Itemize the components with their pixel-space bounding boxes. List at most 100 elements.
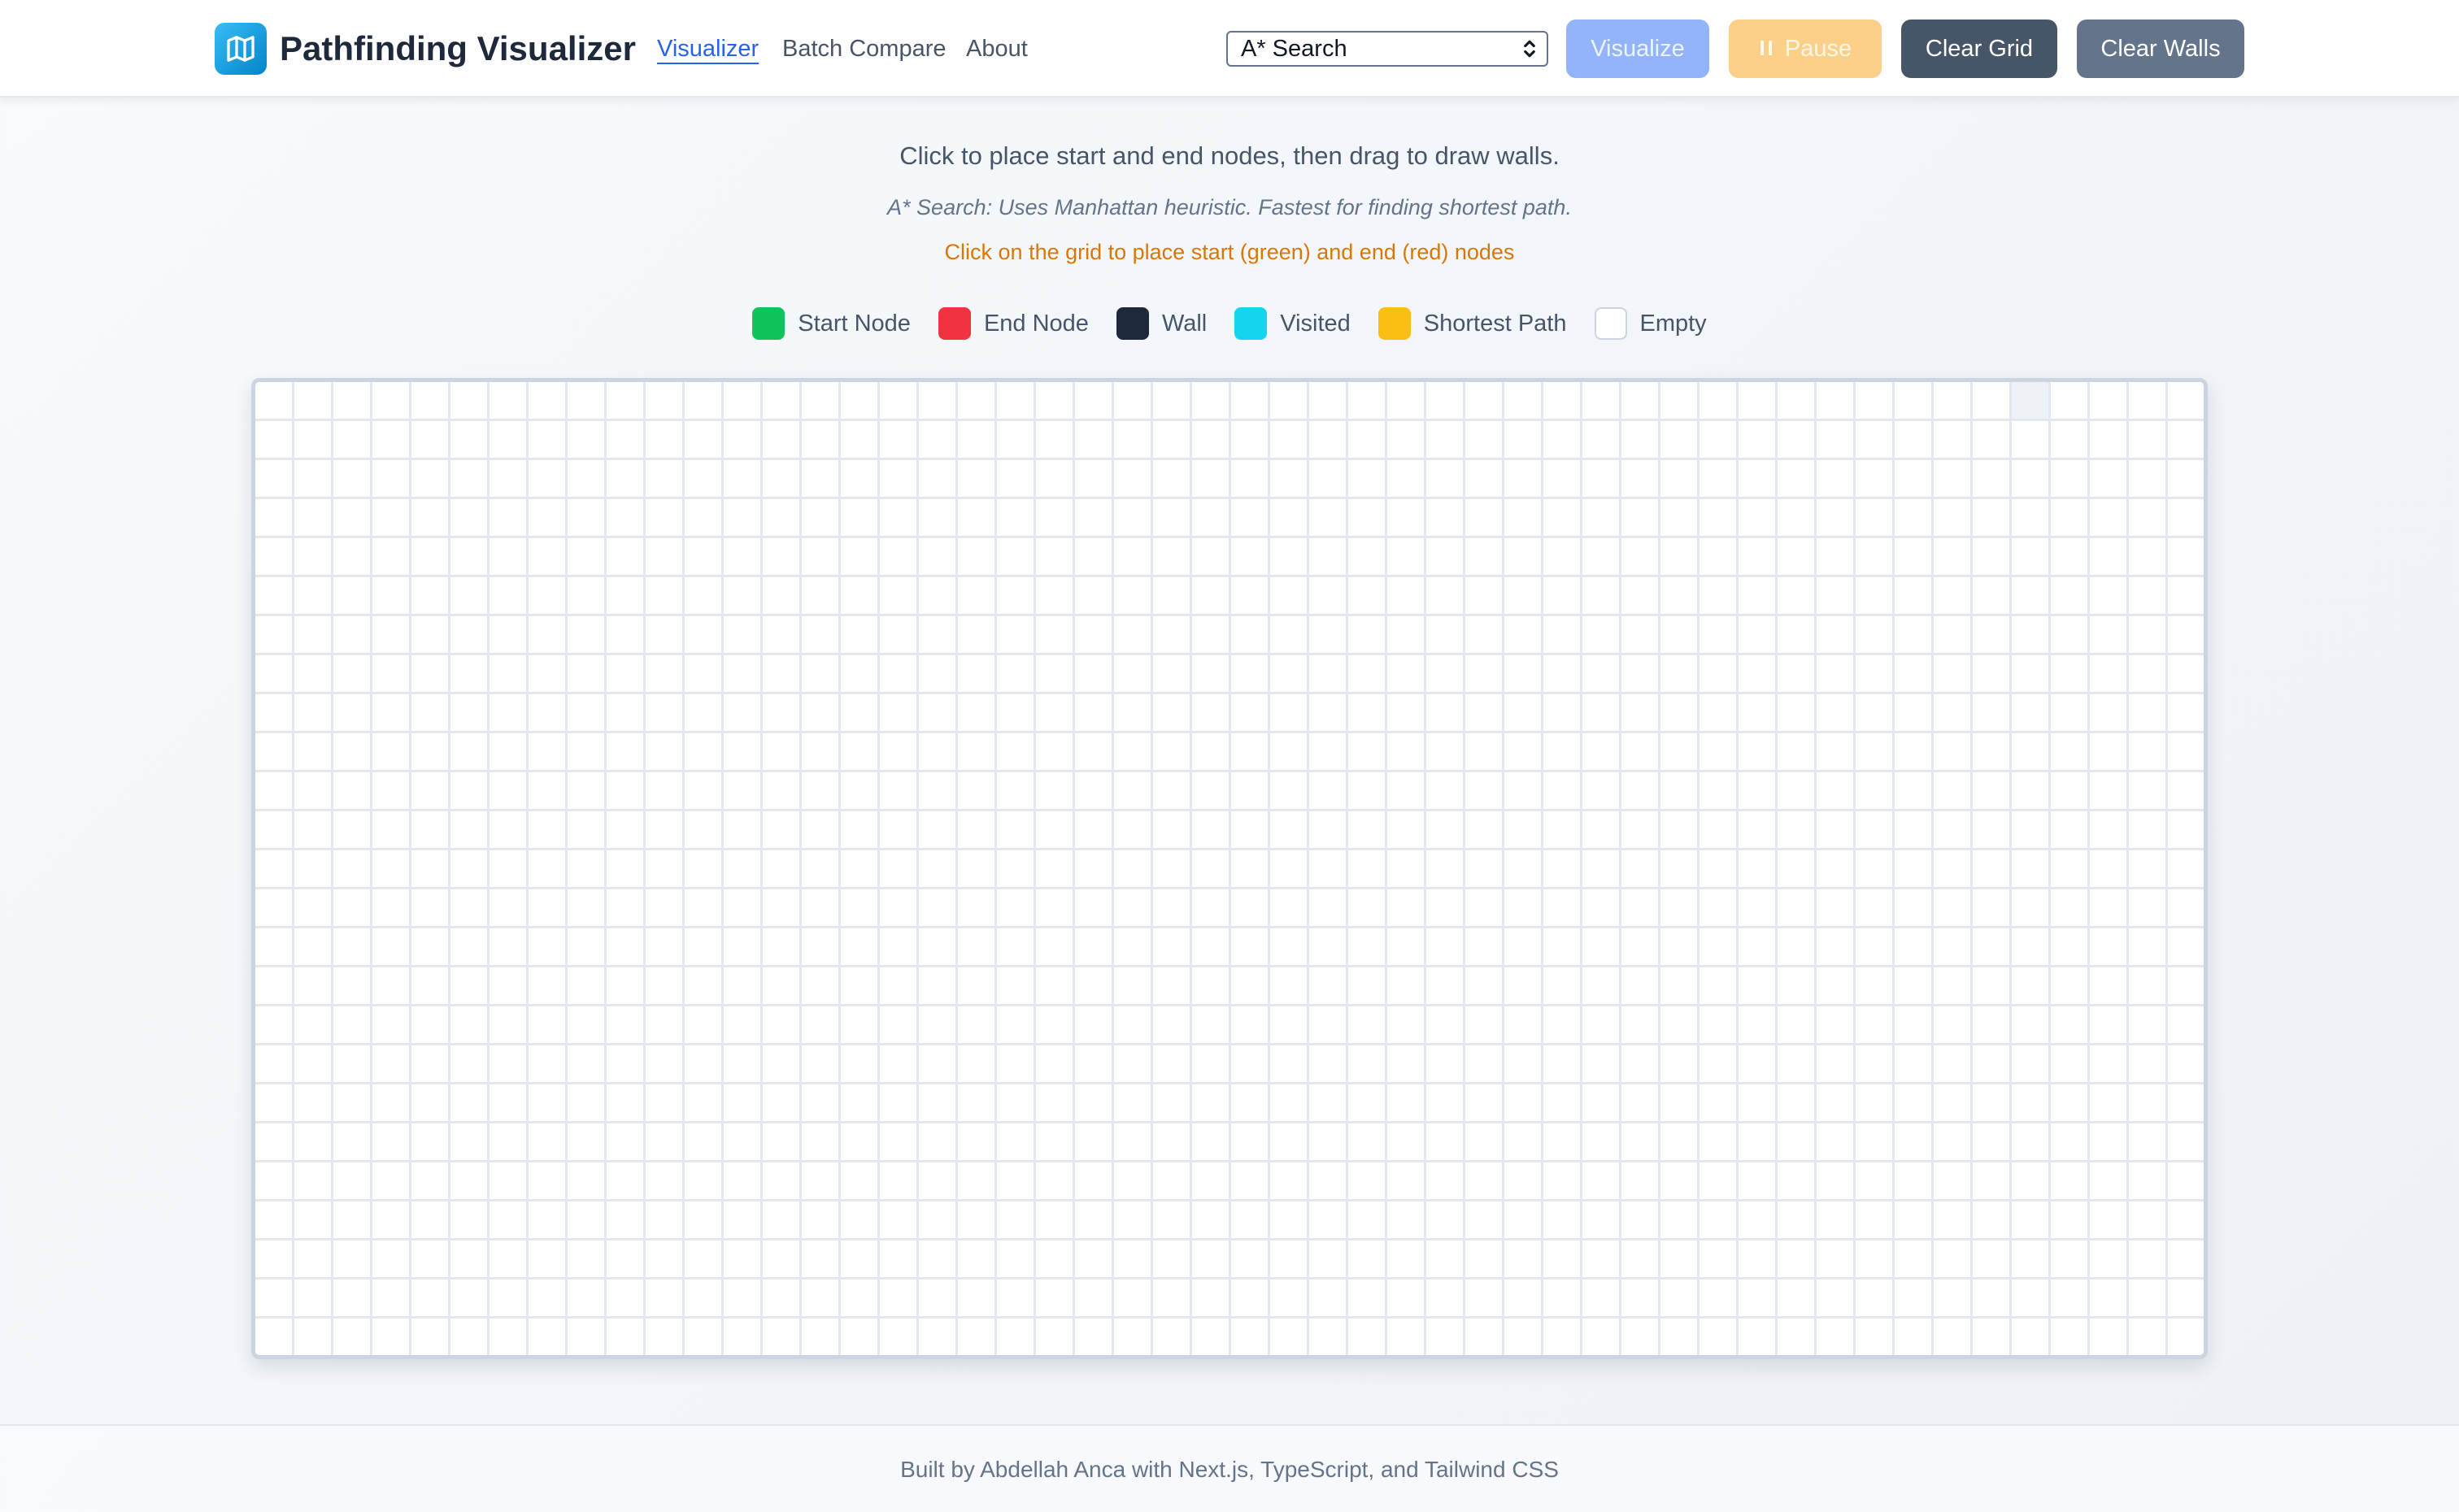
grid-cell[interactable] (1817, 655, 1856, 694)
grid-cell[interactable] (1817, 967, 1856, 1006)
grid-cell[interactable] (1192, 772, 1231, 811)
grid-cell[interactable] (1270, 460, 1309, 499)
grid-cell[interactable] (1895, 694, 1934, 733)
grid-cell[interactable] (1036, 811, 1075, 850)
grid-cell[interactable] (411, 694, 450, 733)
grid-cell[interactable] (529, 1084, 568, 1123)
grid-cell[interactable] (685, 1084, 724, 1123)
grid-cell[interactable] (1543, 1084, 1582, 1123)
grid-cell[interactable] (1895, 421, 1934, 460)
grid-cell[interactable] (880, 538, 919, 577)
grid-cell[interactable] (685, 850, 724, 889)
grid-cell[interactable] (333, 655, 372, 694)
grid-cell[interactable] (1934, 421, 1973, 460)
grid-cell[interactable] (568, 577, 607, 616)
grid-cell[interactable] (1504, 1240, 1543, 1280)
grid-cell[interactable] (1387, 1280, 1426, 1319)
grid-cell[interactable] (372, 1084, 411, 1123)
grid-cell[interactable] (802, 499, 841, 538)
grid-cell[interactable] (2129, 772, 2168, 811)
grid-cell[interactable] (607, 1280, 646, 1319)
grid-cell[interactable] (2168, 382, 2204, 421)
grid-cell[interactable] (646, 1123, 685, 1162)
grid-cell[interactable] (1856, 889, 1895, 928)
grid-cell[interactable] (1621, 460, 1660, 499)
grid-cell[interactable] (1660, 811, 1700, 850)
grid-cell[interactable] (333, 421, 372, 460)
grid-cell[interactable] (1231, 421, 1270, 460)
grid-cell[interactable] (372, 772, 411, 811)
grid-cell[interactable] (1856, 733, 1895, 772)
grid-cell[interactable] (2129, 616, 2168, 655)
grid-cell[interactable] (1543, 850, 1582, 889)
grid-cell[interactable] (1973, 1162, 2012, 1201)
grid-cell[interactable] (1700, 538, 1739, 577)
grid-cell[interactable] (1934, 1162, 1973, 1201)
grid-cell[interactable] (646, 772, 685, 811)
grid-cell[interactable] (1504, 499, 1543, 538)
grid-cell[interactable] (568, 1084, 607, 1123)
grid-cell[interactable] (1270, 928, 1309, 967)
grid-cell[interactable] (1895, 733, 1934, 772)
grid-cell[interactable] (958, 499, 997, 538)
grid-cell[interactable] (1973, 616, 2012, 655)
grid-cell[interactable] (880, 1006, 919, 1045)
grid-cell[interactable] (1543, 382, 1582, 421)
grid-cell[interactable] (1660, 1162, 1700, 1201)
grid-cell[interactable] (1309, 460, 1348, 499)
grid-cell[interactable] (1934, 694, 1973, 733)
grid-cell[interactable] (1739, 1240, 1778, 1280)
grid-cell[interactable] (1543, 1045, 1582, 1084)
grid-cell[interactable] (841, 1201, 880, 1240)
grid-cell[interactable] (1348, 772, 1387, 811)
grid-cell[interactable] (763, 1162, 802, 1201)
grid-cell[interactable] (1856, 1319, 1895, 1355)
grid-cell[interactable] (646, 616, 685, 655)
grid-cell[interactable] (294, 382, 333, 421)
grid-cell[interactable] (1739, 1006, 1778, 1045)
grid-cell[interactable] (333, 382, 372, 421)
grid-cell[interactable] (1231, 382, 1270, 421)
grid-cell[interactable] (1465, 1006, 1504, 1045)
grid-cell[interactable] (411, 1162, 450, 1201)
grid-cell[interactable] (607, 382, 646, 421)
grid-cell[interactable] (685, 1319, 724, 1355)
grid-cell[interactable] (2129, 811, 2168, 850)
grid-cell[interactable] (2168, 1240, 2204, 1280)
grid-cell[interactable] (1700, 1319, 1739, 1355)
grid-cell[interactable] (1114, 1006, 1153, 1045)
grid-cell[interactable] (372, 1240, 411, 1280)
grid-cell[interactable] (997, 1084, 1036, 1123)
grid-cell[interactable] (646, 421, 685, 460)
grid-cell[interactable] (1075, 460, 1114, 499)
grid-cell[interactable] (1465, 1162, 1504, 1201)
grid-cell[interactable] (568, 811, 607, 850)
grid-cell[interactable] (1426, 460, 1465, 499)
grid-cell[interactable] (1153, 460, 1192, 499)
grid-cell[interactable] (958, 1240, 997, 1280)
grid-cell[interactable] (2012, 928, 2051, 967)
grid-cell[interactable] (841, 421, 880, 460)
grid-cell[interactable] (372, 382, 411, 421)
grid-cell[interactable] (958, 1280, 997, 1319)
grid-cell[interactable] (1817, 1045, 1856, 1084)
grid-cell[interactable] (841, 1006, 880, 1045)
grid-cell[interactable] (568, 1280, 607, 1319)
grid-cell[interactable] (1895, 1319, 1934, 1355)
grid-cell[interactable] (2090, 1240, 2129, 1280)
grid-cell[interactable] (2129, 499, 2168, 538)
grid-cell[interactable] (880, 382, 919, 421)
grid-cell[interactable] (1700, 733, 1739, 772)
grid-cell[interactable] (1895, 889, 1934, 928)
grid-cell[interactable] (724, 577, 763, 616)
grid-cell[interactable] (1153, 577, 1192, 616)
grid-cell[interactable] (372, 733, 411, 772)
grid-cell[interactable] (1153, 772, 1192, 811)
grid-cell[interactable] (1153, 1319, 1192, 1355)
grid-cell[interactable] (763, 1123, 802, 1162)
grid-cell[interactable] (255, 1319, 294, 1355)
grid-cell[interactable] (1582, 928, 1621, 967)
grid-cell[interactable] (1660, 616, 1700, 655)
grid-cell[interactable] (958, 1123, 997, 1162)
grid-cell[interactable] (1426, 382, 1465, 421)
